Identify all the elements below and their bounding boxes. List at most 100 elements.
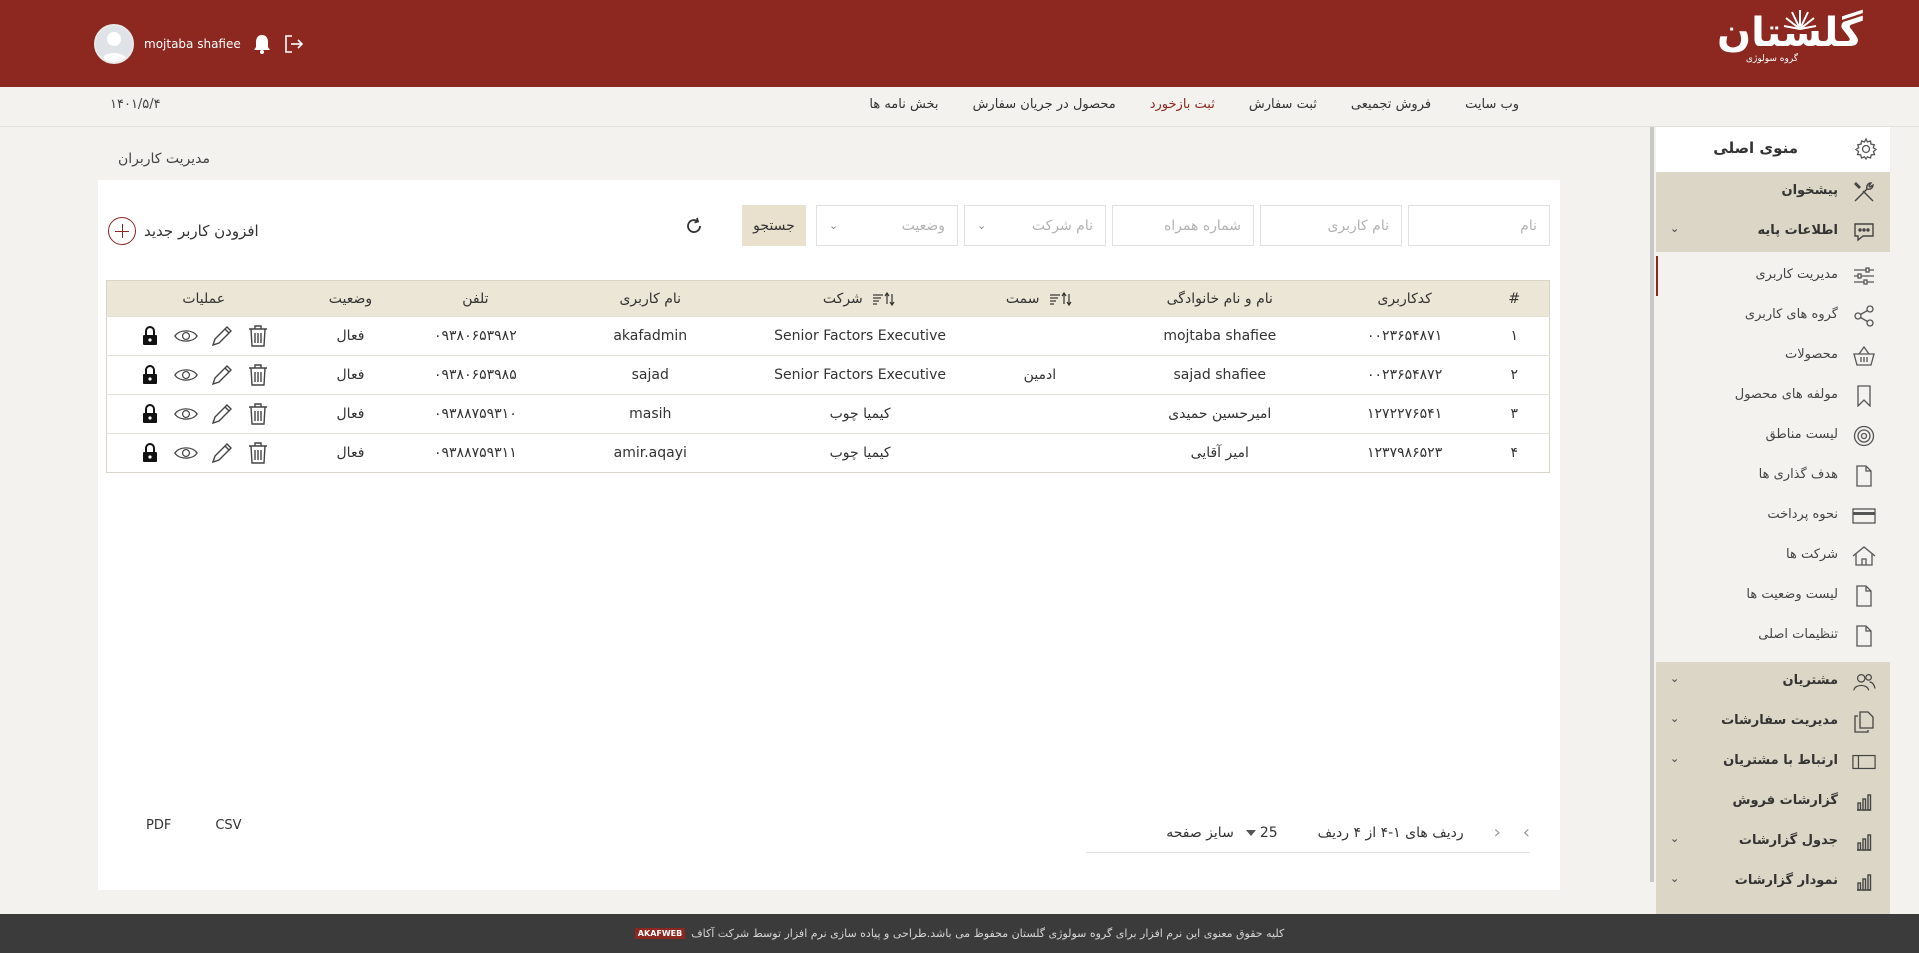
sidebar-item-customers[interactable]: مشتریان ⌄ [1656,662,1890,702]
sidebar-item-companies[interactable]: شرکت ها [1656,536,1890,576]
sidebar-item-label: مولفه های محصول [1734,387,1838,402]
chevron-down-icon[interactable]: ⌄ [1670,672,1679,685]
nav-link-circulars[interactable]: بخش نامه ها [869,97,938,112]
chevron-right-icon[interactable]: › [1523,822,1530,843]
chevron-down-icon[interactable]: ⌄ [1670,712,1679,725]
sidebar-item-targeting[interactable]: هدف گذاری ها [1656,456,1890,496]
col-username[interactable]: نام کاربری [550,281,750,317]
chevron-down-icon[interactable]: ⌄ [1670,872,1679,885]
bell-icon[interactable] [251,33,273,55]
export-pdf-button[interactable]: PDF [146,818,171,833]
crm-icon [1852,750,1876,774]
chevron-down-icon[interactable]: ⌄ [1670,752,1679,765]
col-user-code[interactable]: کدکاربری [1330,281,1480,317]
edit-icon[interactable] [210,324,234,348]
search-button[interactable]: جستجو [742,205,806,246]
export-csv-button[interactable]: CSV [215,818,241,833]
name-filter-input[interactable]: نام [1408,205,1550,246]
sidebar-item-products[interactable]: محصولات [1656,336,1890,376]
refresh-icon[interactable] [682,205,706,246]
col-full-name[interactable]: نام و نام خانوادگی [1110,281,1330,317]
edit-icon[interactable] [210,402,234,426]
plus-circle-icon [108,217,136,245]
col-company[interactable]: شرکت [750,281,970,317]
users-table: # کدکاربری نام و نام خانوادگی سمت شرکت ن… [106,280,1550,473]
sidebar-item-label: گزارشات فروش [1732,793,1838,808]
sort-icon[interactable] [1048,291,1074,306]
view-icon[interactable] [173,441,198,465]
company-filter-select[interactable]: نام شرکت ⌄ [964,205,1106,246]
cell-user-code: ۱۲۷۲۲۷۶۵۴۱ [1329,394,1480,434]
sidebar-item-sales-reports[interactable]: گزارشات فروش [1656,782,1890,822]
sidebar-item-report-tables[interactable]: جدول گزارشات ⌄ [1656,822,1890,862]
view-icon[interactable] [173,324,198,348]
sidebar-item-label: پیشخوان [1781,183,1839,198]
lock-icon[interactable] [138,363,162,387]
page-size-select[interactable]: 25 [1245,825,1278,841]
cell-username: masih [550,394,751,434]
sidebar-item-regions[interactable]: لیست مناطق [1656,416,1890,456]
sidebar-scrollbar[interactable] [1650,127,1654,882]
username-filter-input[interactable]: نام کاربری [1260,205,1402,246]
view-icon[interactable] [173,402,198,426]
sidebar-item-label: مدیریت سفارشات [1721,713,1838,728]
sort-icon[interactable] [871,291,897,306]
avatar[interactable] [94,24,134,64]
sidebar-item-crm[interactable]: ارتباط با مشتریان ⌄ [1656,742,1890,782]
nav-link-website[interactable]: وب سایت [1465,97,1519,112]
delete-icon[interactable] [246,441,270,465]
nav-link-place-order[interactable]: ثبت سفارش [1249,97,1317,112]
cell-operations [106,433,301,473]
delete-icon[interactable] [246,324,270,348]
sidebar-item-report-charts[interactable]: نمودار گزارشات ⌄ [1656,862,1890,902]
sidebar-item-base-info[interactable]: اطلاعات پایه ⌄ [1656,212,1890,252]
logo[interactable]: گلستان گروه سولوژی [1717,8,1865,74]
sunburst-icon [1783,10,1817,30]
status-filter-select[interactable]: وضعیت ⌄ [816,205,958,246]
sidebar-item-dashboard[interactable]: پیشخوان [1656,172,1890,212]
table-row[interactable]: ۱ ۰۰۲۳۶۵۴۸۷۱ mojtaba shafiee Senior Fact… [106,316,1550,356]
chevron-left-icon[interactable]: ‹ [1494,822,1501,843]
logout-icon[interactable] [283,33,305,55]
users-icon [1852,670,1876,694]
sidebar-item-product-attributes[interactable]: مولفه های محصول [1656,376,1890,416]
akafweb-logo[interactable]: AKAFWEB [634,928,686,939]
gear-icon[interactable] [1854,137,1878,165]
view-icon[interactable] [173,363,198,387]
sidebar-item-main-settings[interactable]: تنظیمات اصلی [1656,616,1890,656]
sidebar-item-status-list[interactable]: لیست وضعیت ها [1656,576,1890,616]
chevron-down-icon[interactable]: ⌄ [1670,222,1679,235]
card-icon [1852,504,1876,528]
mobile-filter-input[interactable]: شماره همراه [1112,205,1254,246]
sidebar-item-user-management[interactable]: مدیریت کاربری [1656,256,1890,296]
col-status[interactable]: وضعیت [300,281,400,317]
sidebar-item-payment-methods[interactable]: نحوه پرداخت [1656,496,1890,536]
cell-company: Senior Factors Executive [750,355,970,395]
lock-icon[interactable] [138,402,162,426]
lock-icon[interactable] [138,324,162,348]
edit-icon[interactable] [210,441,234,465]
nav-links: وب سایت فروش تجمیعی ثبت سفارش ثبت بازخور… [869,97,1519,112]
nav-link-aggregate-sales[interactable]: فروش تجمیعی [1351,97,1431,112]
sidebar-header: منوی اصلی [1656,127,1890,172]
nav-link-feedback[interactable]: ثبت بازخورد [1150,97,1215,112]
app-header: گلستان گروه سولوژی mojtaba shafiee [0,0,1919,87]
delete-icon[interactable] [246,402,270,426]
col-role[interactable]: سمت [970,281,1110,317]
add-user-button[interactable]: افزودن کاربر جدید [108,217,259,245]
col-phone[interactable]: تلفن [400,281,550,317]
edit-icon[interactable] [210,363,234,387]
sidebar-item-user-groups[interactable]: گروه های کاربری [1656,296,1890,336]
cell-role: ادمین [969,355,1110,395]
user-name[interactable]: mojtaba shafiee [144,37,241,51]
table-row[interactable]: ۳ ۱۲۷۲۲۷۶۵۴۱ امیرحسین حمیدی کیمیا چوب ma… [106,394,1550,434]
cell-operations [106,394,301,434]
file-icon [1852,464,1876,488]
chevron-down-icon[interactable]: ⌄ [1670,832,1679,845]
sidebar-item-order-management[interactable]: مدیریت سفارشات ⌄ [1656,702,1890,742]
table-row[interactable]: ۲ ۰۰۲۳۶۵۴۸۷۲ sajad shafiee ادمین Senior … [106,355,1550,395]
delete-icon[interactable] [246,363,270,387]
nav-link-products-in-order[interactable]: محصول در جریان سفارش [973,97,1116,112]
table-row[interactable]: ۴ ۱۲۳۷۹۸۶۵۲۳ امیر آقایی کیمیا چوب amir.a… [106,433,1550,473]
lock-icon[interactable] [138,441,162,465]
